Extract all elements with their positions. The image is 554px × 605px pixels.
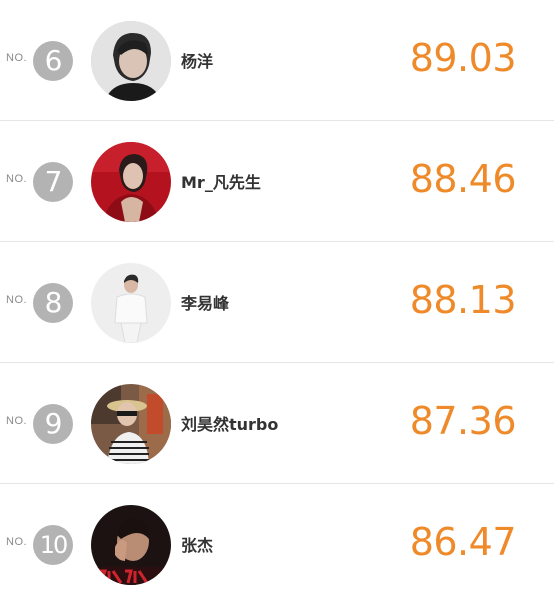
avatar-photo-icon <box>91 263 171 343</box>
ranking-row[interactable]: NO. 10 张杰 86.47 <box>0 484 554 605</box>
score-value: 89.03 <box>409 36 517 80</box>
score-value: 88.46 <box>409 157 517 201</box>
score-value: 88.13 <box>409 278 517 322</box>
user-avatar[interactable] <box>91 384 171 464</box>
rank-badge: 10 <box>33 525 73 565</box>
no-label: NO. <box>6 173 28 185</box>
user-avatar[interactable] <box>91 21 171 101</box>
ranking-row[interactable]: NO. 7 Mr_凡先生 88.46 <box>0 121 554 242</box>
ranking-row[interactable]: NO. 6 杨洋 89.03 <box>0 0 554 121</box>
rank-badge: 6 <box>33 41 73 81</box>
no-label: NO. <box>6 294 28 306</box>
score-value: 87.36 <box>409 399 517 443</box>
user-name[interactable]: 刘昊然turbo <box>181 411 278 435</box>
rank-badge: 7 <box>33 162 73 202</box>
no-label: NO. <box>6 536 28 548</box>
ranking-list: NO. 6 杨洋 89.03 NO. 7 Mr_凡先生 88.46 NO. 8 … <box>0 0 554 604</box>
avatar-photo-icon <box>91 384 171 464</box>
user-avatar[interactable] <box>91 142 171 222</box>
user-avatar[interactable] <box>91 505 171 585</box>
avatar-photo-icon <box>91 21 171 101</box>
user-name[interactable]: 张杰 <box>181 532 213 556</box>
avatar-photo-icon <box>91 505 171 585</box>
user-name[interactable]: Mr_凡先生 <box>181 169 261 193</box>
ranking-row[interactable]: NO. 8 李易峰 88.13 <box>0 242 554 363</box>
avatar-photo-icon <box>91 142 171 222</box>
rank-badge: 8 <box>33 283 73 323</box>
ranking-row[interactable]: NO. 9 刘昊然turbo 87.36 <box>0 363 554 484</box>
rank-badge: 9 <box>33 404 73 444</box>
no-label: NO. <box>6 52 28 64</box>
user-name[interactable]: 李易峰 <box>181 290 229 314</box>
user-avatar[interactable] <box>91 263 171 343</box>
score-value: 86.47 <box>409 520 517 564</box>
no-label: NO. <box>6 415 28 427</box>
user-name[interactable]: 杨洋 <box>181 48 213 72</box>
